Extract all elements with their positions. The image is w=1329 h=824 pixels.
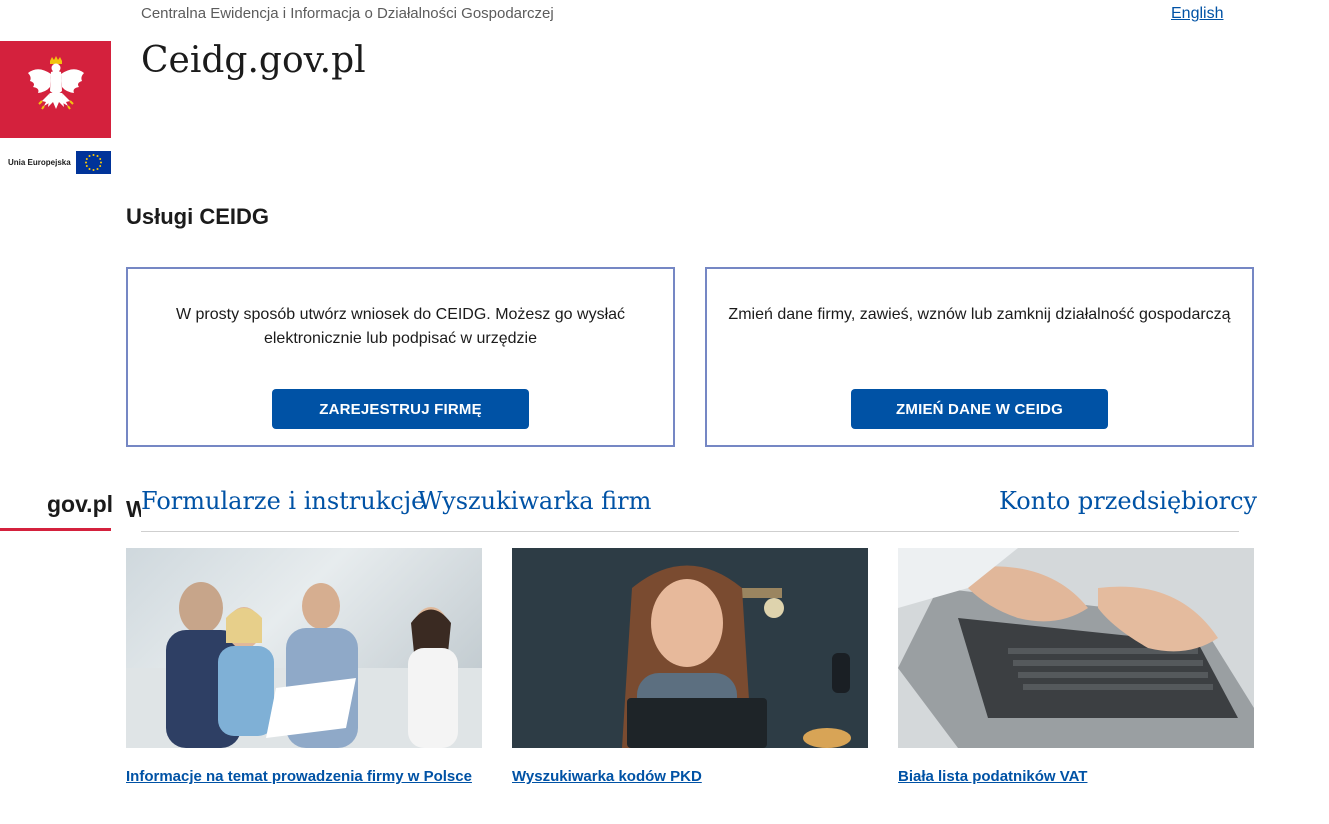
eu-funding-mark: Unia Europejska	[0, 148, 111, 176]
register-company-button[interactable]: ZAREJESTRUJ FIRMĘ	[272, 389, 529, 429]
services-heading: Usługi CEIDG	[126, 204, 270, 229]
site-title[interactable]: Ceidg.gov.pl	[141, 40, 366, 81]
govpl-underline	[0, 528, 111, 531]
hands-typing-laptop-photo[interactable]	[898, 548, 1254, 748]
eu-flag-icon	[76, 151, 111, 174]
vat-white-list-link[interactable]: Biała lista podatników VAT	[898, 768, 1087, 785]
pkd-search-link[interactable]: Wyszukiwarka kodów PKD	[512, 768, 702, 785]
eagle-icon	[27, 55, 84, 110]
change-data-card: Zmień dane firmy, zawieś, wznów lub zamk…	[705, 267, 1254, 447]
govpl-link[interactable]: gov.pl	[47, 491, 113, 518]
change-data-button[interactable]: ZMIEŃ DANE W CEIDG	[851, 389, 1108, 429]
business-meeting-photo[interactable]	[126, 548, 482, 748]
site-subtitle: Centralna Ewidencja i Informacja o Dział…	[141, 5, 554, 22]
tab-entrepreneur-account[interactable]: Konto przedsiębiorcy	[999, 487, 1257, 515]
polish-eagle-emblem-icon[interactable]	[0, 41, 111, 138]
woman-laptop-photo[interactable]	[512, 548, 868, 748]
card-description: Zmień dane firmy, zawieś, wznów lub zamk…	[728, 306, 1231, 323]
business-info-link[interactable]: Informacje na temat prowadzenia firmy w …	[126, 768, 472, 785]
quick-links-bar: Formularze i instrukcje Wyszukiwarka fir…	[141, 480, 1257, 532]
tab-forms-instructions[interactable]: Formularze i instrukcje	[141, 487, 425, 515]
register-company-card: W prosty sposób utwórz wniosek do CEIDG.…	[126, 267, 675, 447]
eu-label: Unia Europejska	[8, 158, 71, 167]
card-description: W prosty sposób utwórz wniosek do CEIDG.…	[175, 306, 626, 347]
language-switch-link[interactable]: English	[1171, 5, 1223, 23]
tab-company-search[interactable]: Wyszukiwarka firm	[418, 487, 651, 515]
